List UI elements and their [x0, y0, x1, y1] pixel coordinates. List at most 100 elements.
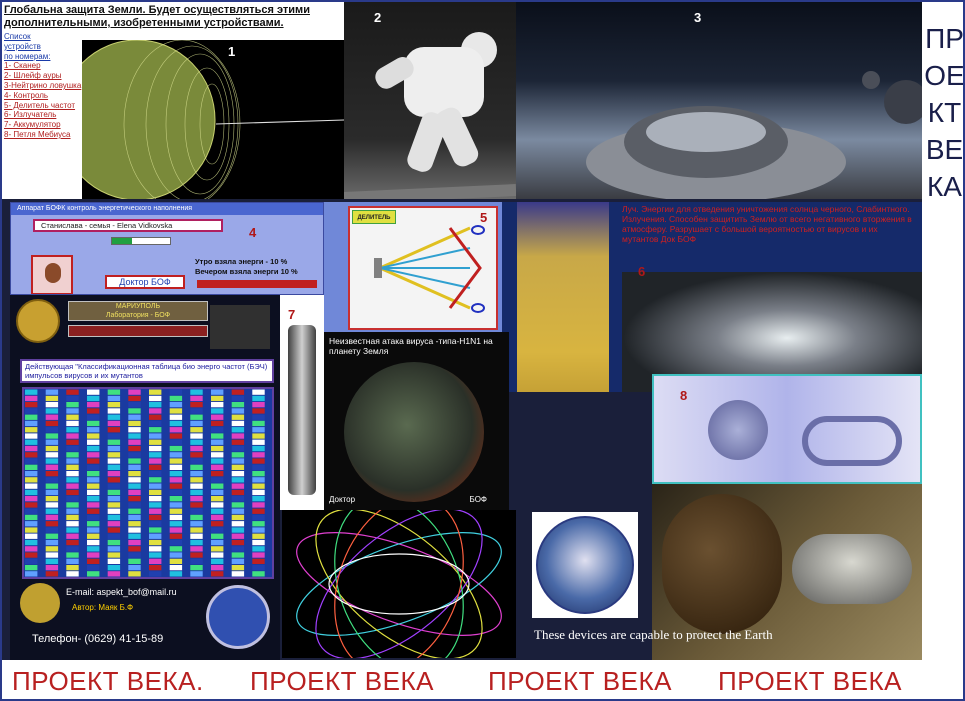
- frequency-cell: [128, 427, 141, 433]
- frequency-cell: [128, 395, 141, 402]
- frequency-cell: [190, 408, 203, 414]
- frequency-cell: [107, 389, 121, 395]
- frequency-cell: [128, 558, 141, 564]
- frequency-cell: [87, 489, 100, 496]
- author-text: Автор: Маяк Б.Ф: [72, 603, 134, 612]
- frequency-cell: [211, 571, 224, 577]
- list-item[interactable]: 6- Излучатель: [4, 110, 86, 120]
- frequency-cell: [45, 402, 59, 408]
- doctor-button[interactable]: Доктор БОФ: [105, 275, 185, 289]
- frequency-cell: [25, 502, 38, 508]
- frequency-cell: [149, 452, 162, 458]
- frequency-cell: [87, 483, 100, 489]
- email-text[interactable]: E-mail: aspekt_bof@mail.ru: [66, 587, 177, 597]
- frequency-cell: [66, 521, 79, 527]
- frequency-cell: [87, 471, 100, 477]
- frequency-cell: [45, 464, 59, 470]
- frequency-cell: [190, 402, 203, 408]
- list-item[interactable]: 7- Аккумулятор: [4, 120, 86, 130]
- frequency-cell: [87, 552, 100, 558]
- list-item[interactable]: 5- Делитель частот: [4, 101, 86, 111]
- frequency-cell: [128, 439, 141, 445]
- frequency-cell: [87, 427, 100, 433]
- frequency-cell: [107, 496, 121, 502]
- panel-number: 3: [694, 10, 702, 25]
- accumulator-image: [288, 325, 316, 495]
- list-item[interactable]: 4- Контроль: [4, 91, 86, 101]
- frequency-cell: [25, 452, 38, 458]
- frequency-cell: [252, 552, 265, 558]
- frequency-cell: [25, 521, 38, 527]
- frequency-cell: [231, 539, 245, 546]
- frequency-cell: [252, 433, 265, 439]
- stamp-icon: [20, 583, 60, 623]
- frequency-cell: [169, 445, 183, 452]
- frequency-cell: [149, 521, 162, 527]
- frequency-cell: [87, 502, 100, 508]
- frequency-cell: [66, 489, 79, 496]
- frequency-cell: [25, 483, 38, 489]
- frequency-cell: [169, 471, 183, 477]
- frequency-cell: [252, 452, 265, 458]
- frequency-cell: [107, 539, 121, 546]
- frequency-cell: [231, 533, 245, 539]
- frequency-cell: [25, 477, 38, 483]
- frequency-cell: [169, 395, 183, 402]
- frequency-cell: [211, 389, 224, 395]
- frequency-cell: [87, 408, 100, 414]
- frequency-cell: [231, 508, 245, 514]
- frequency-cell: [169, 521, 183, 527]
- frequency-cell: [107, 414, 121, 420]
- astronaut-image: 2: [344, 2, 516, 199]
- frequency-cell: [190, 571, 203, 577]
- mobius-panel: 8: [652, 374, 922, 484]
- red-banner: [68, 325, 208, 337]
- sidebar-title: ПРОЕКТ ВЕКА: [924, 23, 965, 202]
- frequency-cell: [128, 433, 141, 439]
- footer-item: ПРОЕКТ ВЕКА: [250, 666, 434, 696]
- sidebar: ПРОЕКТ ВЕКА: [922, 2, 965, 699]
- frequency-cell: [231, 471, 245, 477]
- emblem-icon: [536, 516, 634, 614]
- frequency-cell: [252, 565, 265, 571]
- list-item[interactable]: 3-Нейтрино ловушка: [4, 81, 86, 91]
- frequency-cell: [252, 420, 265, 427]
- frequency-cell: [107, 514, 121, 521]
- frequency-cell: [211, 452, 224, 458]
- frequency-cell: [87, 395, 100, 402]
- frequency-cell: [128, 414, 141, 420]
- frequency-cell: [211, 558, 224, 564]
- frequency-cell: [45, 414, 59, 420]
- frequency-cell: [231, 445, 245, 452]
- frequency-cell: [231, 464, 245, 470]
- scanner-graphic: [82, 40, 344, 199]
- frequency-cell: [211, 533, 224, 539]
- frequency-cell: [107, 477, 121, 483]
- frequency-cell: [87, 565, 100, 571]
- frequency-cell: [190, 389, 203, 395]
- frequency-cell: [128, 514, 141, 521]
- frequency-cell: [128, 527, 141, 533]
- frequency-cell: [107, 571, 121, 577]
- list-item[interactable]: 1- Сканер: [4, 61, 86, 71]
- frequency-cell: [169, 408, 183, 414]
- frequency-cell: [252, 427, 265, 433]
- frequency-cell: [128, 445, 141, 452]
- emitter-panel: Луч. Энергии для отведения уничтожения с…: [502, 202, 922, 392]
- frequency-cell: [190, 452, 203, 458]
- frequency-cell: [107, 464, 121, 470]
- frequency-cell: [128, 539, 141, 546]
- frequency-cell: [25, 571, 38, 577]
- frequency-cell: [149, 502, 162, 508]
- frequency-cell: [252, 439, 265, 445]
- frequency-cell: [231, 546, 245, 552]
- frequency-cell: [25, 539, 38, 546]
- footer-bar: ПРОЕКТ ВЕКА. ПРОЕКТ ВЕКА ПРОЕКТ ВЕКА ПРО…: [2, 660, 922, 699]
- list-item[interactable]: 8- Петля Мебиуса: [4, 130, 86, 140]
- frequency-cell: [169, 571, 183, 577]
- frequency-cell: [169, 489, 183, 496]
- frequency-cell: [25, 458, 38, 464]
- name-field[interactable]: Станислава - семья - Elena Vidkovska: [33, 219, 223, 232]
- list-item[interactable]: 2- Шлейф ауры: [4, 71, 86, 81]
- frequency-cell: [45, 521, 59, 527]
